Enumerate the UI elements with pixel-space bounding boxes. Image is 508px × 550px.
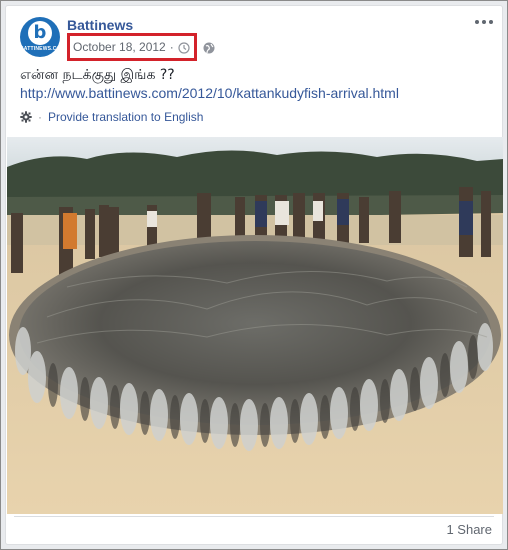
page-avatar[interactable]: b BATTINEWS.COM (20, 17, 60, 57)
avatar-logo-letter: b (33, 22, 47, 43)
post-text: என்ன நடக்குது இங்க ?? (20, 67, 175, 83)
more-options-button[interactable] (474, 16, 494, 28)
post-meta: October 18, 2012 · (67, 33, 215, 61)
translate-separator: · (38, 110, 42, 124)
date-highlight-box: October 18, 2012 · (67, 33, 197, 61)
more-dot (482, 20, 486, 24)
photo-illustration (7, 137, 503, 514)
footer-divider (14, 516, 494, 517)
clock-icon (178, 41, 190, 54)
share-count-link[interactable]: 1 Share (446, 522, 492, 537)
translate-row: · Provide translation to English (20, 110, 203, 124)
more-dot (475, 20, 479, 24)
translate-link[interactable]: Provide translation to English (48, 110, 203, 124)
gear-icon (20, 111, 32, 123)
avatar-logo-text: BATTINEWS.COM (20, 46, 60, 52)
globe-icon[interactable] (203, 41, 215, 54)
meta-separator: · (169, 40, 174, 54)
post-url-link[interactable]: http://www.battinews.com/2012/10/kattank… (20, 85, 399, 101)
post-date-link[interactable]: October 18, 2012 (73, 40, 166, 54)
post-photo[interactable] (7, 137, 503, 514)
page-name-link[interactable]: Battinews (67, 17, 133, 33)
more-dot (489, 20, 493, 24)
screenshot-frame: b BATTINEWS.COM Battinews October 18, 20… (0, 0, 508, 550)
post-card: b BATTINEWS.COM Battinews October 18, 20… (5, 5, 503, 545)
